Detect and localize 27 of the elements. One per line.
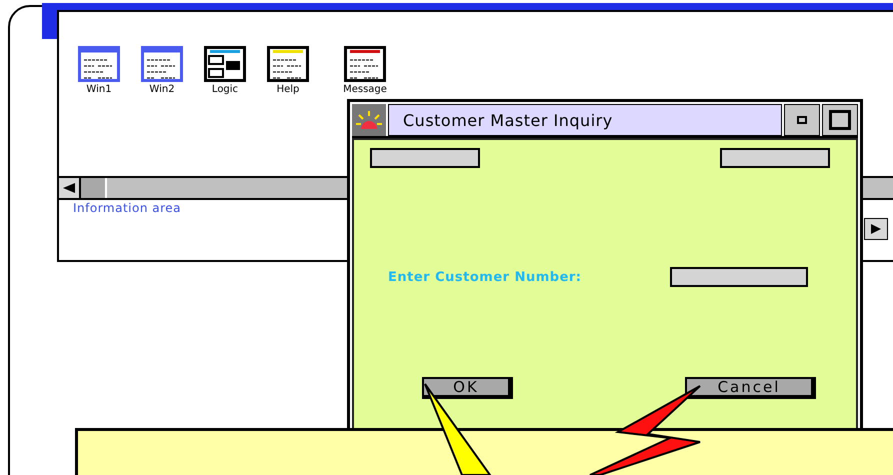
icon-label: Message — [343, 84, 387, 95]
customer-number-field[interactable] — [670, 267, 808, 287]
input-field[interactable] — [720, 148, 830, 168]
flowchart-boxes-drawing — [208, 55, 240, 78]
window-icon[interactable] — [141, 46, 183, 82]
document-window-icon[interactable] — [344, 46, 386, 82]
document-window-icon[interactable] — [267, 46, 309, 82]
information-area: Information area — [59, 200, 893, 215]
right-arrow-icon[interactable] — [871, 224, 881, 234]
sun-icon[interactable] — [356, 111, 382, 129]
input-field[interactable] — [370, 148, 480, 168]
icon-label: Win1 — [86, 84, 112, 95]
icon-label: Help — [276, 84, 300, 95]
icon-label: Logic — [212, 84, 238, 95]
minimize-button[interactable] — [784, 104, 820, 136]
window-title: Customer Master Inquiry — [388, 104, 782, 136]
maximize-button[interactable] — [822, 104, 858, 136]
left-arrow-icon[interactable] — [63, 183, 75, 193]
icon-label: Win2 — [149, 84, 175, 95]
flowchart-window-icon[interactable] — [204, 46, 246, 82]
cancel-button[interactable]: Cancel — [685, 377, 816, 399]
maximize-icon[interactable] — [829, 110, 851, 130]
window-icon[interactable] — [78, 46, 120, 82]
customer-number-label: Enter Customer Number: — [388, 270, 582, 284]
minimize-icon[interactable] — [797, 116, 807, 124]
ok-button[interactable]: OK — [422, 377, 513, 399]
scrollbar-thumb[interactable] — [81, 178, 107, 198]
